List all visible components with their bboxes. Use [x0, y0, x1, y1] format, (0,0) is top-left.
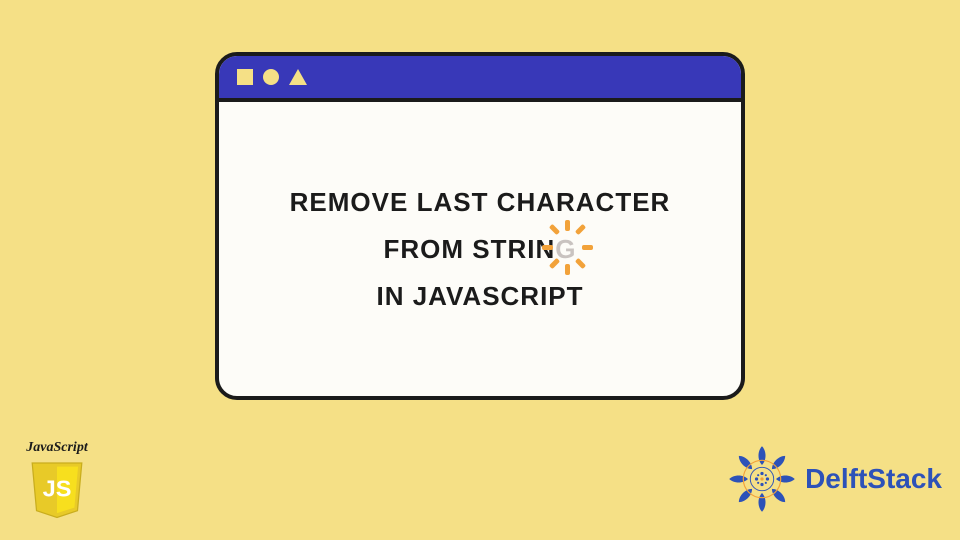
heading-line-2: FROM STRING — [384, 234, 577, 265]
svg-text:JS: JS — [43, 475, 72, 501]
window-titlebar — [219, 56, 741, 102]
heading-line-1: REMOVE LAST CHARACTER — [290, 187, 671, 218]
delftstack-emblem-icon — [723, 440, 801, 518]
javascript-badge: JavaScript JS — [14, 440, 100, 520]
javascript-label: JavaScript — [26, 440, 87, 456]
heading-line-3: IN JAVASCRIPT — [376, 281, 583, 312]
javascript-shield-icon: JS — [26, 458, 88, 520]
delftstack-text: DelftStack — [805, 463, 942, 495]
titlebar-circle-icon — [263, 69, 279, 85]
delftstack-logo: DelftStack — [723, 440, 942, 518]
heading-line-2-prefix: FROM STRIN — [384, 234, 556, 265]
window-card: REMOVE LAST CHARACTER FROM STRING IN JAV… — [215, 52, 745, 400]
titlebar-triangle-icon — [289, 69, 307, 85]
titlebar-square-icon — [237, 69, 253, 85]
heading-line-2-fade-char: G — [555, 234, 576, 265]
window-content: REMOVE LAST CHARACTER FROM STRING IN JAV… — [219, 102, 741, 396]
